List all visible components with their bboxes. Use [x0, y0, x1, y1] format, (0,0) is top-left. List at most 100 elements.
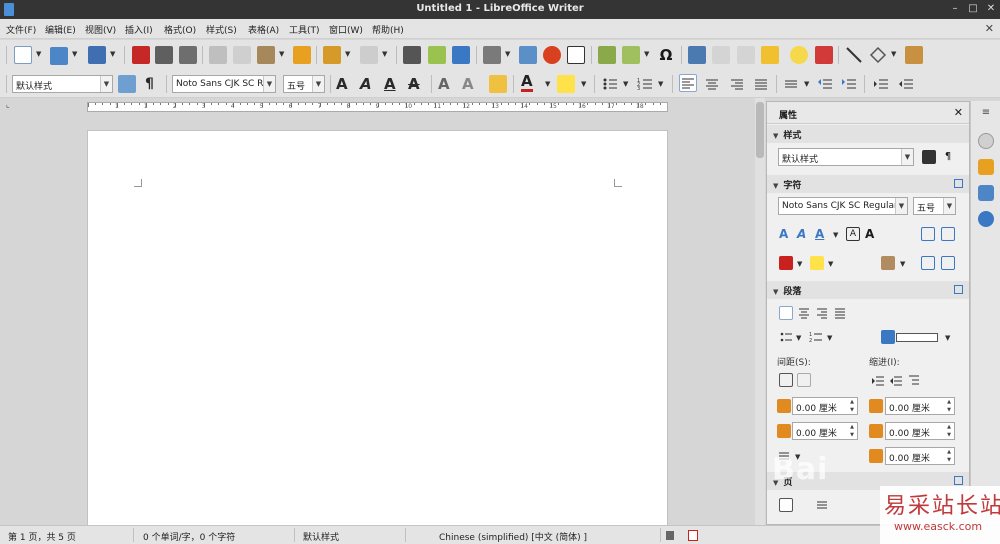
chevron-down-icon[interactable]: ▼: [312, 76, 324, 92]
highlighting-icon[interactable]: [557, 75, 575, 93]
new-dropdown-icon[interactable]: ▼: [36, 50, 41, 58]
gallery-deck-icon[interactable]: [978, 185, 994, 201]
insert-field-icon[interactable]: [622, 46, 640, 64]
outline-icon[interactable]: A: [462, 75, 474, 93]
style-update-icon[interactable]: [922, 150, 936, 164]
insert-footnote-icon[interactable]: [712, 46, 730, 64]
export-pdf-icon[interactable]: [132, 46, 150, 64]
menu-file[interactable]: 文件(F): [6, 23, 36, 36]
shadow-icon[interactable]: A: [438, 75, 450, 93]
line-spacing-dropdown-icon[interactable]: ▼: [804, 80, 809, 88]
above-paragraph-spacing-field[interactable]: 0.00 厘米 ▲ ▼: [792, 397, 858, 415]
insert-page-break-icon[interactable]: [598, 46, 616, 64]
paste-icon[interactable]: [257, 46, 275, 64]
language-status[interactable]: Chinese (simplified) [中文 (简体) ]: [439, 530, 587, 543]
align-right-icon[interactable]: [815, 306, 829, 320]
close-window-button[interactable]: ✕: [984, 2, 998, 16]
font-color-dropdown-icon[interactable]: ▼: [797, 260, 802, 268]
styles-section-header[interactable]: ▼ 样式: [767, 125, 969, 143]
numbering-icon[interactable]: 123: [636, 75, 654, 93]
styles-deck-icon[interactable]: [978, 159, 994, 175]
background-color-swatch[interactable]: [896, 333, 938, 342]
document-area[interactable]: [0, 116, 755, 525]
close-sidebar-icon[interactable]: ✕: [954, 106, 963, 119]
track-changes-icon[interactable]: [815, 46, 833, 64]
increase-paragraph-spacing-icon[interactable]: [816, 75, 834, 93]
page-style-status[interactable]: 默认样式: [303, 530, 339, 543]
clear-formatting-icon[interactable]: A: [865, 227, 879, 241]
highlighting-icon[interactable]: [810, 256, 824, 270]
document-modified-icon[interactable]: [688, 530, 698, 541]
chevron-down-icon[interactable]: ▼: [100, 76, 112, 92]
subscript-icon[interactable]: [941, 227, 955, 241]
more-options-icon[interactable]: [954, 476, 963, 485]
below-paragraph-spacing-field[interactable]: 0.00 厘米 ▲ ▼: [792, 422, 858, 440]
paragraph-section-header[interactable]: ▼ 段落: [767, 281, 969, 299]
numbering-dropdown-icon[interactable]: ▼: [827, 334, 832, 342]
font-color-icon[interactable]: [779, 256, 793, 270]
numbering-icon[interactable]: 12: [809, 330, 823, 344]
italic-icon[interactable]: A: [797, 227, 811, 241]
line-spacing-icon[interactable]: [782, 75, 800, 93]
sidebar-style-combo[interactable]: 默认样式 ▼: [778, 148, 914, 166]
sidebar-font-name-combo[interactable]: Noto Sans CJK SC Regular ▼: [778, 197, 908, 215]
decrease-indent-icon[interactable]: [889, 373, 903, 387]
spin-arrows-icon[interactable]: ▲ ▼: [944, 448, 954, 464]
background-dropdown-icon[interactable]: ▼: [945, 334, 950, 342]
bold-icon[interactable]: A: [779, 227, 793, 241]
more-options-icon[interactable]: [954, 285, 963, 294]
character-border-icon[interactable]: A: [846, 227, 860, 241]
collapse-triangle-icon[interactable]: ▼: [773, 182, 778, 190]
new-style-icon[interactable]: ¶: [941, 150, 955, 164]
superscript-icon[interactable]: [921, 227, 935, 241]
first-line-indent-field[interactable]: 0.00 厘米 ▲ ▼: [885, 447, 955, 465]
scrollbar-thumb[interactable]: [756, 102, 764, 158]
insert-text-box-icon[interactable]: [567, 46, 585, 64]
grow-font-icon[interactable]: [921, 256, 935, 270]
menu-tools[interactable]: 工具(T): [289, 23, 320, 36]
margin-icon[interactable]: [815, 498, 829, 512]
new-document-icon[interactable]: [14, 46, 32, 64]
menu-table[interactable]: 表格(A): [248, 23, 279, 36]
increase-indent-icon[interactable]: [871, 373, 885, 387]
justify-icon[interactable]: [752, 75, 770, 93]
increase-spacing-icon[interactable]: [779, 373, 793, 387]
bold-icon[interactable]: A: [336, 75, 348, 93]
redo-icon[interactable]: [360, 46, 378, 64]
align-right-icon[interactable]: [728, 75, 746, 93]
strikethrough-icon[interactable]: A: [408, 75, 420, 93]
insert-comment-icon[interactable]: [790, 46, 808, 64]
navigator-deck-icon[interactable]: [978, 211, 994, 227]
undo-dropdown-icon[interactable]: ▼: [345, 50, 350, 58]
horizontal-ruler[interactable]: 1 1 2 3 4 5 6 7 8 9 10 11 12 13 14 15 16 17 18: [87, 102, 668, 112]
bullets-dropdown-icon[interactable]: ▼: [796, 334, 801, 342]
spin-arrows-icon[interactable]: ▲ ▼: [944, 398, 954, 414]
chevron-down-icon[interactable]: ▼: [901, 149, 913, 165]
spelling-icon[interactable]: [428, 46, 446, 64]
tab-stop-selector-icon[interactable]: ⌞: [6, 100, 10, 109]
print-preview-icon[interactable]: [179, 46, 197, 64]
font-color-dropdown-icon[interactable]: ▼: [545, 80, 550, 88]
save-dropdown-icon[interactable]: ▼: [110, 50, 115, 58]
open-dropdown-icon[interactable]: ▼: [72, 50, 77, 58]
character-section-header[interactable]: ▼ 字符: [767, 175, 969, 193]
paragraph-style-combo[interactable]: 默认样式 ▼: [12, 75, 113, 93]
highlight-dropdown-icon[interactable]: ▼: [828, 260, 833, 268]
copy-icon[interactable]: [233, 46, 251, 64]
hanging-indent-icon[interactable]: [907, 373, 921, 387]
highlight-dropdown-icon[interactable]: ▼: [581, 80, 586, 88]
spin-arrows-icon[interactable]: ▲ ▼: [944, 423, 954, 439]
menu-view[interactable]: 视图(V): [85, 23, 116, 36]
insert-hyperlink-icon[interactable]: [688, 46, 706, 64]
align-left-icon[interactable]: [679, 74, 697, 92]
maximize-button[interactable]: □: [966, 2, 980, 16]
sidebar-font-size-combo[interactable]: 五号 ▼: [913, 197, 956, 215]
font-name-combo[interactable]: Noto Sans CJK SC Re ▼: [172, 75, 276, 93]
before-text-indent-field[interactable]: 0.00 厘米 ▲ ▼: [885, 397, 955, 415]
field-dropdown-icon[interactable]: ▼: [644, 50, 649, 58]
decrease-spacing-icon[interactable]: [797, 373, 811, 387]
spin-arrows-icon[interactable]: ▲ ▼: [847, 423, 857, 439]
bullets-icon[interactable]: [601, 75, 619, 93]
menu-help[interactable]: 帮助(H): [372, 23, 404, 36]
bullets-dropdown-icon[interactable]: ▼: [623, 80, 628, 88]
